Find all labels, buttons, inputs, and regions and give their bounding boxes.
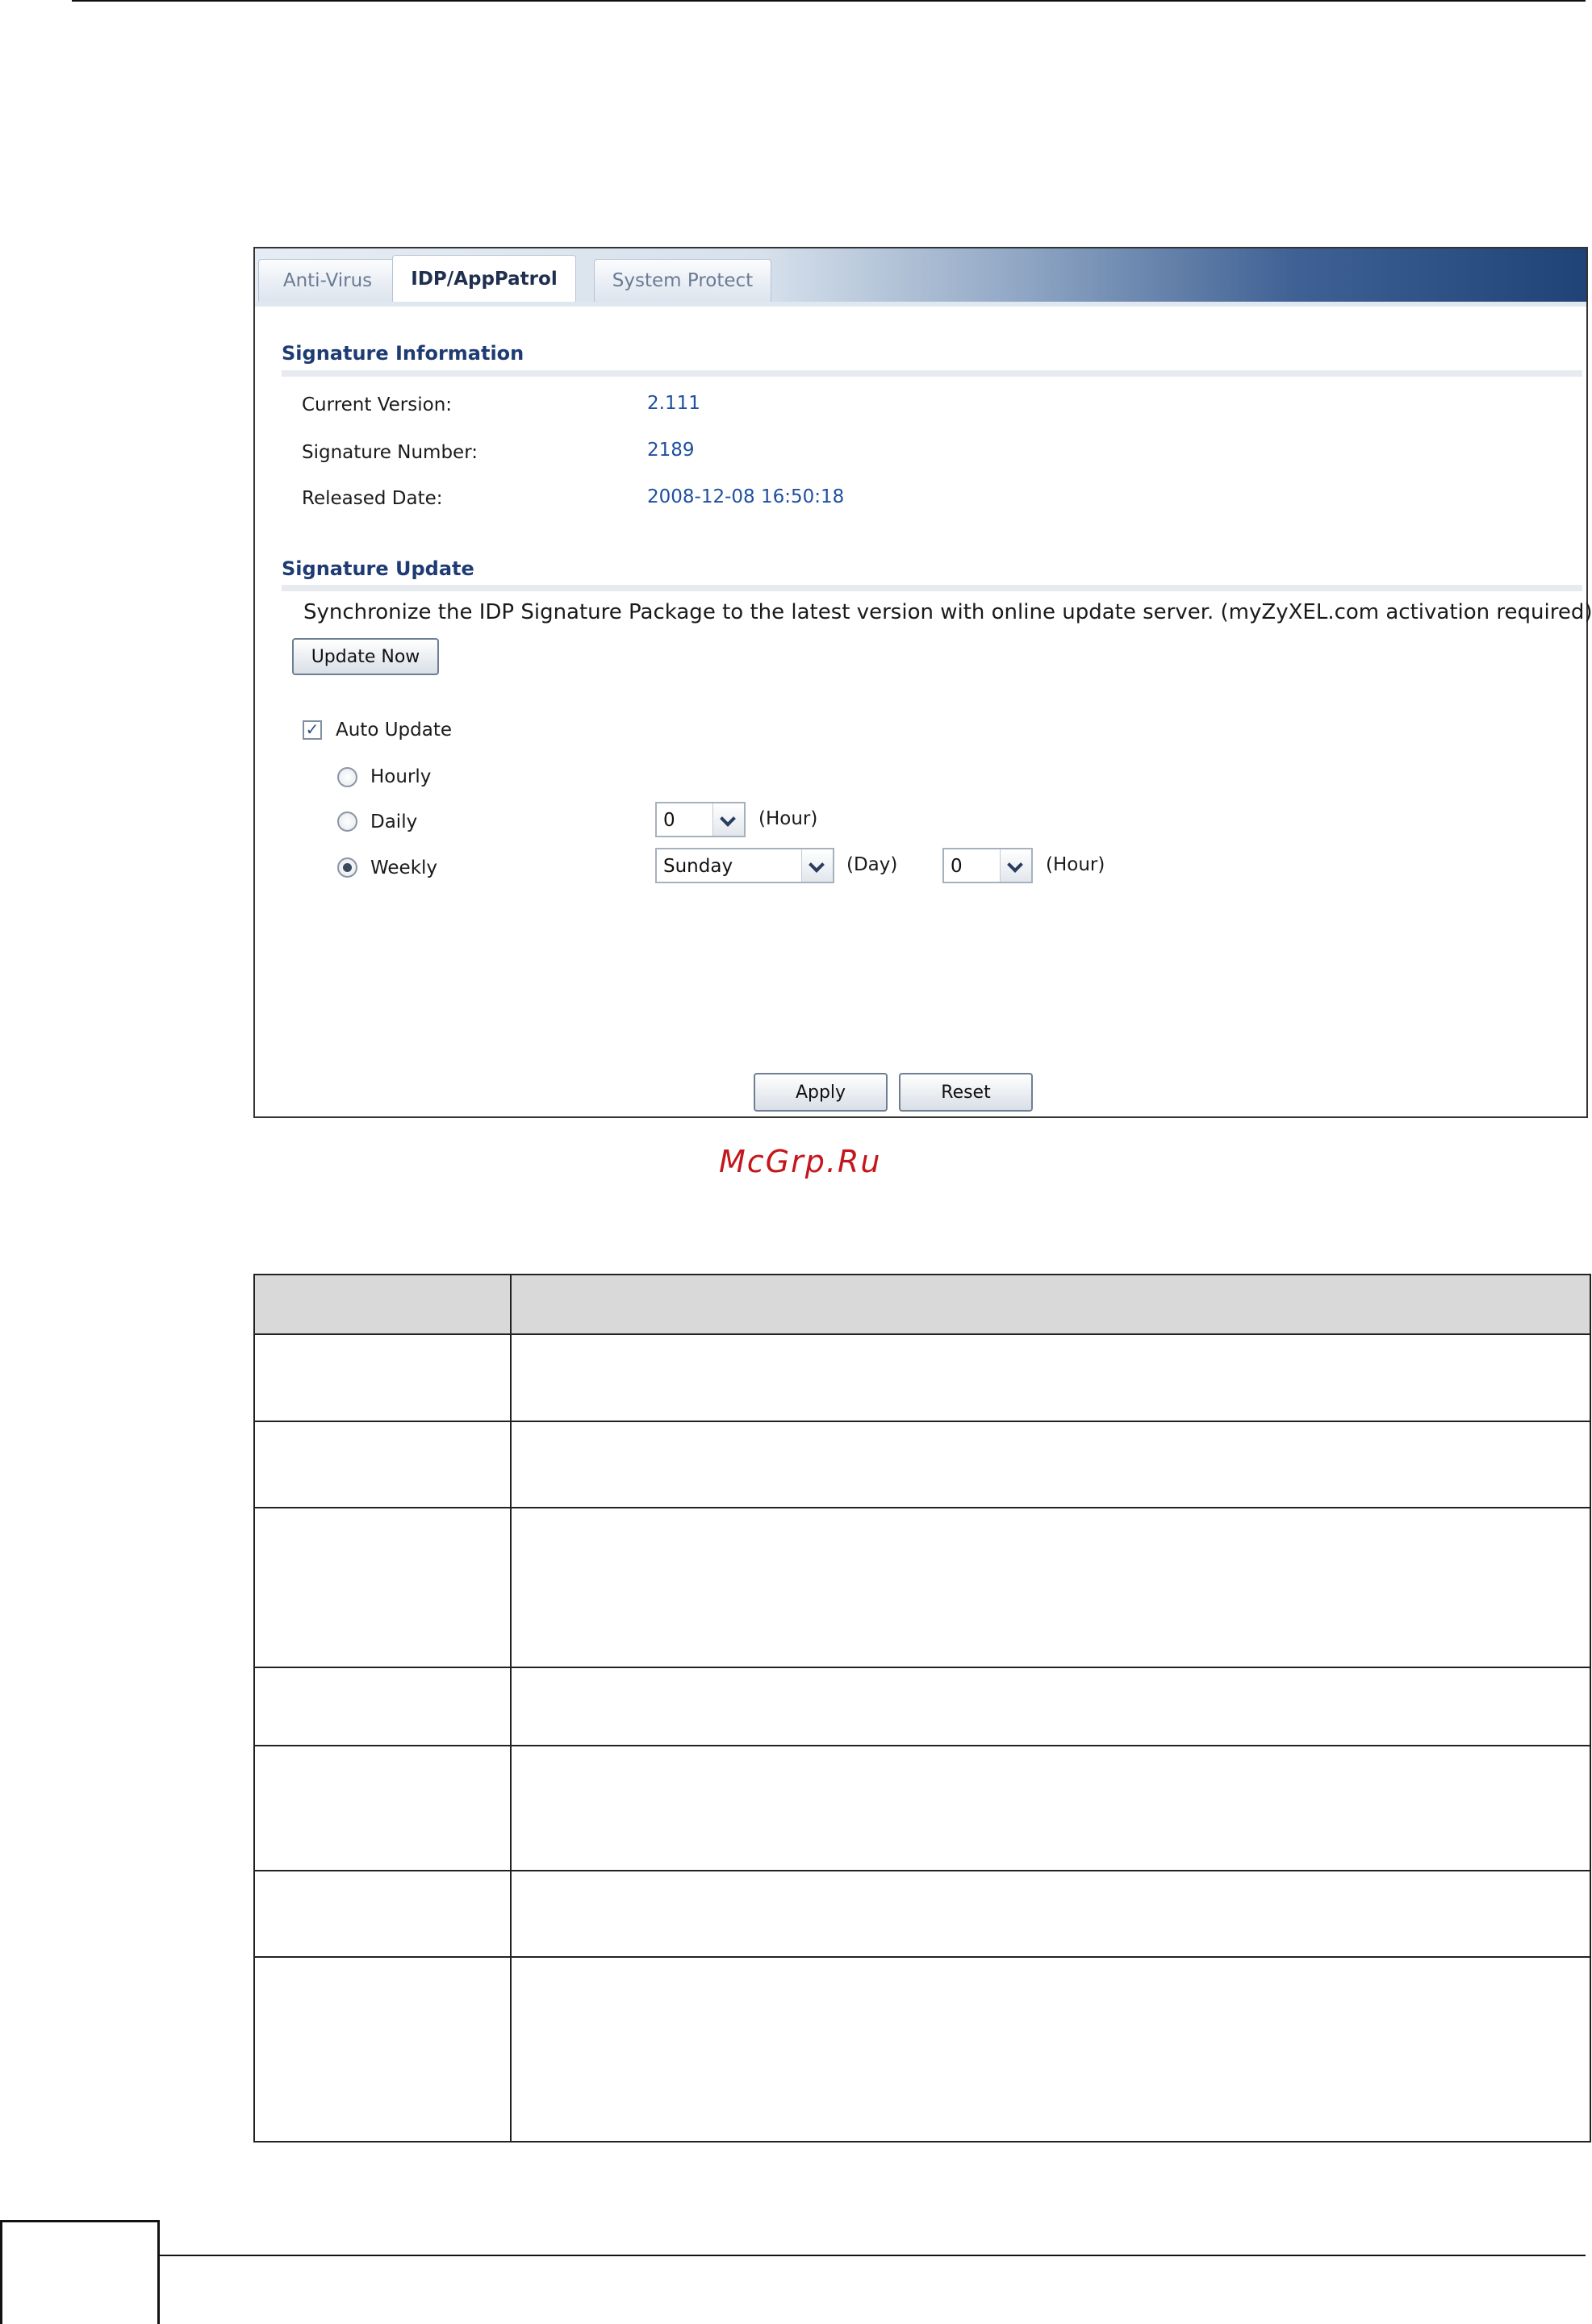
hourly-radio[interactable]	[337, 767, 357, 787]
description-table	[253, 1274, 1591, 2143]
footer-rule	[160, 2255, 1586, 2256]
daily-hour-unit: (Hour)	[758, 808, 818, 829]
table-cell	[253, 1870, 512, 1958]
released-date-label: Released Date:	[302, 488, 443, 509]
current-version-value: 2.111	[647, 393, 700, 414]
sync-description: Synchronize the IDP Signature Package to…	[303, 600, 1592, 624]
weekly-radio[interactable]	[337, 857, 357, 878]
table-cell	[253, 1745, 512, 1871]
table-cell	[510, 1745, 1591, 1871]
weekly-day-value: Sunday	[663, 856, 733, 877]
released-date-value: 2008-12-08 16:50:18	[647, 486, 845, 507]
daily-radio[interactable]	[337, 812, 357, 832]
top-rule	[72, 0, 1586, 2]
daily-hour-value: 0	[663, 810, 675, 831]
page-number-box	[0, 2220, 160, 2324]
auto-update-checkbox[interactable]: ✓	[303, 720, 322, 740]
section-divider	[282, 370, 1582, 377]
weekly-hour-unit: (Hour)	[1046, 854, 1105, 875]
reset-button[interactable]: Reset	[899, 1073, 1033, 1112]
update-now-button[interactable]: Update Now	[292, 638, 439, 675]
table-row	[253, 1667, 1591, 1746]
table-cell	[253, 1333, 512, 1422]
table-cell	[510, 1870, 1591, 1958]
table-cell	[253, 1956, 512, 2143]
table-cell	[253, 1667, 512, 1746]
idp-signature-panel: Anti-Virus IDP/AppPatrol System Protect …	[253, 247, 1592, 1118]
signature-number-label: Signature Number:	[302, 442, 478, 463]
table-cell	[510, 1333, 1591, 1422]
hourly-label: Hourly	[370, 766, 432, 787]
table-header-row	[253, 1274, 1591, 1335]
tab-system-protect[interactable]: System Protect	[594, 259, 771, 302]
signature-number-value: 2189	[647, 440, 695, 461]
weekly-day-select[interactable]: Sunday	[655, 848, 834, 883]
table-row	[253, 1421, 1591, 1508]
table-cell	[510, 1421, 1591, 1508]
signature-information-title: Signature Information	[282, 342, 524, 365]
table-row	[253, 1956, 1591, 2143]
table-row	[253, 1745, 1591, 1871]
apply-button[interactable]: Apply	[754, 1073, 888, 1112]
tab-idp-apppatrol[interactable]: IDP/AppPatrol	[392, 255, 576, 307]
section-divider	[282, 585, 1582, 591]
table-row	[253, 1507, 1591, 1668]
table-row	[253, 1870, 1591, 1958]
chevron-down-icon	[1000, 849, 1031, 882]
current-version-label: Current Version:	[302, 394, 453, 415]
table-row	[253, 1333, 1591, 1422]
weekly-label: Weekly	[370, 857, 438, 878]
chevron-down-icon	[712, 803, 744, 836]
daily-label: Daily	[370, 812, 418, 832]
weekly-day-unit: (Day)	[846, 854, 898, 875]
table-cell	[253, 1421, 512, 1508]
table-cell	[253, 1507, 512, 1668]
watermark: McGrp.Ru	[719, 1144, 882, 1179]
weekly-hour-value: 0	[951, 856, 963, 877]
chevron-down-icon	[801, 849, 833, 882]
table-header-cell	[510, 1274, 1591, 1335]
signature-update-title: Signature Update	[282, 557, 474, 580]
tab-bar-underline	[255, 302, 1586, 307]
daily-hour-select[interactable]: 0	[655, 802, 746, 837]
table-cell	[510, 1507, 1591, 1668]
auto-update-label: Auto Update	[336, 720, 453, 741]
table-cell	[510, 1956, 1591, 2143]
weekly-hour-select[interactable]: 0	[942, 848, 1033, 883]
table-header-cell	[253, 1274, 512, 1335]
tab-bar: Anti-Virus IDP/AppPatrol System Protect	[255, 248, 1586, 307]
table-cell	[510, 1667, 1591, 1746]
tab-anti-virus[interactable]: Anti-Virus	[258, 259, 397, 302]
